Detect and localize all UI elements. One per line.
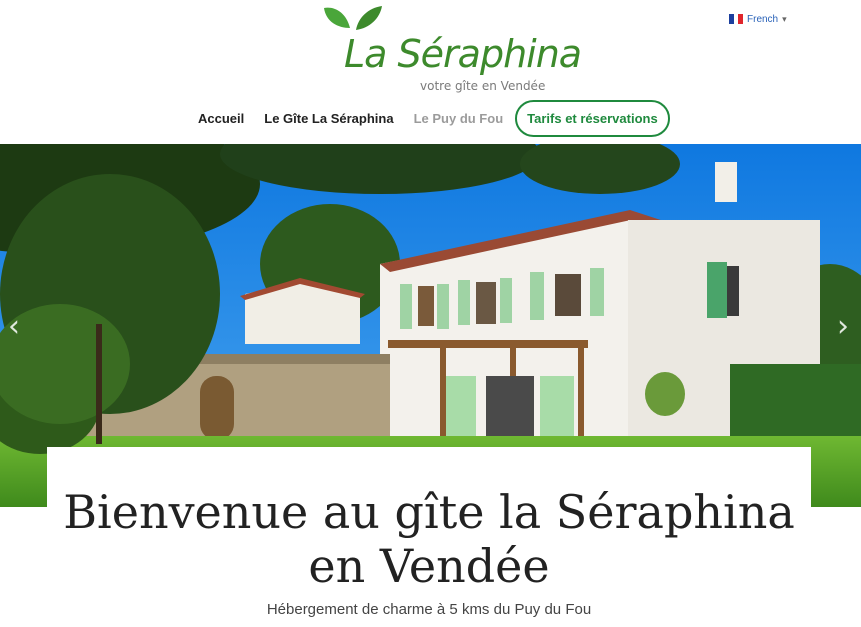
language-label: French (747, 13, 779, 25)
slider-next-arrow-icon[interactable]: › (831, 312, 855, 342)
page-subtitle: Hébergement de charme à 5 kms du Puy du … (266, 601, 592, 618)
welcome-card: Bienvenue au gîte la Séraphina en Vendée… (47, 447, 811, 627)
french-flag-icon (729, 14, 744, 24)
site-logo[interactable]: La Séraphina votre gîte en Vendée (316, 2, 582, 96)
logo-tagline: votre gîte en Vendée (420, 79, 546, 93)
main-nav: Accueil Le Gîte La Séraphina Le Puy du F… (188, 100, 670, 137)
logo-wordmark: La Séraphina (344, 32, 582, 76)
language-selector[interactable]: French ▾ (729, 12, 787, 26)
page-title: Bienvenue au gîte la Séraphina en Vendée (47, 485, 811, 593)
nav-le-gite[interactable]: Le Gîte La Séraphina (254, 111, 403, 126)
title-line-2: en Vendée (308, 539, 550, 593)
site-header: La Séraphina votre gîte en Vendée French… (0, 0, 861, 144)
nav-puy-du-fou[interactable]: Le Puy du Fou (404, 111, 514, 126)
chevron-down-icon: ▾ (782, 13, 787, 24)
slider-prev-arrow-icon[interactable]: ‹ (2, 312, 26, 342)
nav-tarifs-reservations-button[interactable]: Tarifs et réservations (515, 100, 670, 137)
title-line-1: Bienvenue au gîte la Séraphina (63, 485, 795, 539)
nav-accueil[interactable]: Accueil (188, 111, 254, 126)
